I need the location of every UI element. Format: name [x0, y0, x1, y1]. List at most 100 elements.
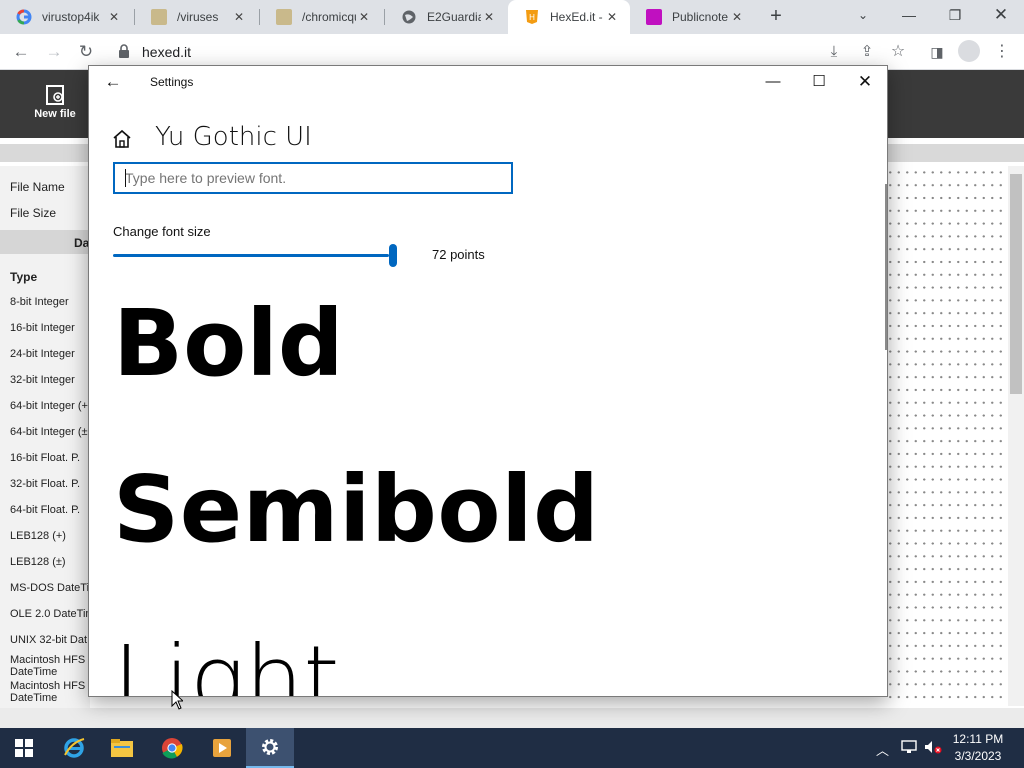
type-label: LEB128 (±) — [10, 556, 66, 568]
install-app-icon[interactable]: ⤓ — [822, 40, 846, 64]
close-browser-button[interactable]: ✕ — [978, 0, 1024, 30]
close-tab-icon[interactable]: ✕ — [729, 10, 745, 24]
close-tab-icon[interactable]: ✕ — [356, 10, 372, 24]
bookmark-star-icon[interactable]: ☆ — [886, 40, 910, 64]
windows-logo-icon — [15, 739, 33, 757]
svg-text:H: H — [529, 13, 535, 22]
archive-icon — [276, 9, 292, 25]
tab-chromicqu[interactable]: /chromicqu ✕ — [260, 0, 382, 34]
home-icon[interactable] — [111, 128, 133, 150]
profile-avatar[interactable] — [958, 40, 980, 62]
address-bar[interactable]: hexed.it — [142, 44, 191, 60]
taskbar: ︿ 12:11 PM 3/3/2023 — [0, 728, 1024, 768]
type-label: OLE 2.0 DateTim — [10, 608, 95, 620]
type-label: 8-bit Integer — [10, 296, 69, 308]
volume-muted-icon[interactable] — [924, 740, 942, 757]
type-label: Macintosh HFS DateTime — [10, 654, 86, 678]
globe-icon — [401, 9, 417, 25]
settings-scrollbar[interactable] — [885, 184, 887, 350]
clock-time: 12:11 PM — [952, 732, 1004, 746]
new-file-button[interactable]: New file — [28, 84, 82, 120]
close-tab-icon[interactable]: ✕ — [106, 10, 122, 24]
close-tab-icon[interactable]: ✕ — [481, 10, 497, 24]
tab-hexed[interactable]: H HexEd.it - B ✕ — [508, 0, 630, 34]
page-horizontal-scrollbar[interactable] — [0, 708, 1024, 728]
new-tab-button[interactable]: + — [765, 6, 787, 28]
back-arrow-icon[interactable]: ← — [9, 40, 33, 64]
restore-browser-button[interactable]: ❐ — [932, 0, 978, 30]
window-title: Settings — [150, 75, 194, 89]
type-label: 64-bit Integer (+ — [10, 400, 88, 412]
publicnote-icon — [646, 9, 662, 25]
text-caret — [125, 169, 126, 187]
type-label: 24-bit Integer — [10, 348, 75, 360]
close-tab-icon[interactable]: ✕ — [231, 10, 247, 24]
type-label: MS-DOS DateTim — [10, 582, 99, 594]
tab-title: HexEd.it - B — [550, 10, 604, 24]
page-scroll-thumb[interactable] — [1010, 174, 1022, 394]
share-icon[interactable]: ⇪ — [855, 40, 879, 64]
settings-gear-icon[interactable] — [246, 728, 294, 768]
sample-light: Light — [113, 626, 340, 697]
tab-title: Publicnote — [672, 10, 729, 24]
new-file-icon — [28, 84, 82, 108]
page-title: Yu Gothic UI — [155, 122, 312, 152]
type-label: 64-bit Integer (± — [10, 426, 88, 438]
type-column-header: Type — [10, 270, 38, 284]
tab-title: /viruses — [177, 10, 219, 24]
close-button[interactable]: ✕ — [842, 66, 887, 98]
type-label: 64-bit Float. P. — [10, 504, 81, 516]
tab-e2guardian[interactable]: E2Guardian ✕ — [385, 0, 507, 34]
font-size-slider-track[interactable] — [113, 254, 389, 257]
lock-icon[interactable] — [118, 44, 130, 58]
type-label: LEB128 (+) — [10, 530, 66, 542]
type-label: 16-bit Float. P. — [10, 452, 81, 464]
data-inspector-panel: File Name File Size Da Type 8-bit Intege… — [0, 166, 98, 726]
chrome-icon[interactable] — [148, 728, 196, 768]
system-clock[interactable]: 12:11 PM 3/3/2023 — [948, 731, 1008, 765]
tab-publicnote[interactable]: Publicnote ✕ — [630, 0, 755, 34]
close-tab-icon[interactable]: ✕ — [604, 10, 620, 24]
tab-viruses[interactable]: /viruses ✕ — [135, 0, 257, 34]
back-arrow-icon[interactable]: ← — [103, 72, 123, 92]
side-panel-icon[interactable]: ◨ — [925, 40, 949, 64]
sample-semibold: Semibold — [113, 456, 600, 563]
chevron-up-icon[interactable]: ︿ — [876, 740, 889, 759]
font-size-label: Change font size — [113, 224, 211, 239]
maximize-button[interactable]: ☐ — [796, 66, 842, 98]
tab-title: E2Guardian — [427, 10, 481, 24]
type-label: 32-bit Integer — [10, 374, 75, 386]
tab-title: virustop4ik — [42, 10, 100, 24]
minimize-button[interactable]: — — [750, 66, 796, 98]
new-file-label: New file — [34, 108, 76, 120]
minimize-browser-button[interactable]: — — [886, 0, 932, 30]
font-size-value: 72 points — [432, 247, 485, 262]
hexed-icon: H — [524, 9, 540, 25]
tab-title: /chromicqu — [302, 10, 356, 24]
google-g-icon — [16, 9, 32, 25]
data-inspector-header: Da — [0, 230, 90, 254]
chrome-menu-icon[interactable]: ⋮ — [990, 40, 1014, 64]
file-name-label: File Name — [10, 180, 65, 194]
reload-icon[interactable]: ↻ — [74, 40, 98, 64]
font-size-slider-thumb[interactable] — [389, 244, 397, 267]
type-label: 16-bit Integer — [10, 322, 75, 334]
tab-virustop4ik[interactable]: virustop4ik ✕ — [0, 0, 132, 34]
file-explorer-icon[interactable] — [98, 728, 146, 768]
hex-byte-grid[interactable] — [886, 166, 1006, 706]
start-button[interactable] — [0, 728, 48, 768]
type-label: UNIX 32-bit Dat — [10, 634, 88, 646]
settings-window: ← Settings — ☐ ✕ Yu Gothic UI Change fon… — [88, 65, 888, 697]
type-label: Macintosh HFS DateTime — [10, 680, 86, 704]
file-size-label: File Size — [10, 206, 57, 220]
forward-arrow-icon[interactable]: → — [42, 40, 66, 64]
mouse-cursor-icon — [171, 689, 185, 710]
internet-explorer-icon[interactable] — [50, 728, 98, 768]
network-icon[interactable] — [901, 740, 917, 757]
archive-icon — [151, 9, 167, 25]
tab-search-icon[interactable]: ⌄ — [840, 0, 886, 30]
font-preview-input[interactable] — [113, 162, 513, 194]
tab-strip: virustop4ik ✕ /viruses ✕ /chromicqu ✕ E2… — [0, 0, 1024, 34]
sample-bold: Bold — [113, 290, 344, 397]
media-player-icon[interactable] — [198, 728, 246, 768]
